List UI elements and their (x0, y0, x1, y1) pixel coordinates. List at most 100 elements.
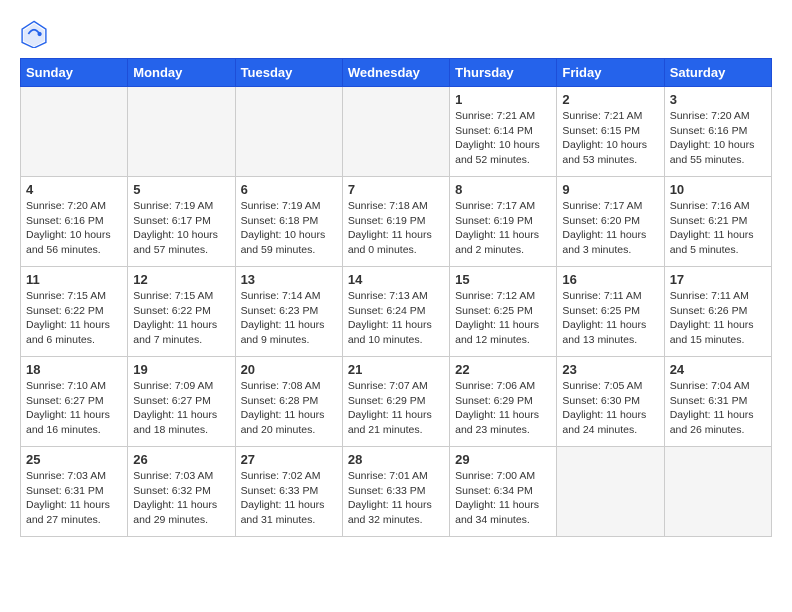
day-info: Sunrise: 7:21 AM Sunset: 6:14 PM Dayligh… (455, 109, 551, 168)
calendar-cell: 25 Sunrise: 7:03 AM Sunset: 6:31 PM Dayli… (21, 447, 128, 537)
calendar-cell: 29 Sunrise: 7:00 AM Sunset: 6:34 PM Dayli… (450, 447, 557, 537)
calendar-week-row: 1 Sunrise: 7:21 AM Sunset: 6:14 PM Daylig… (21, 87, 772, 177)
calendar-cell: 13 Sunrise: 7:14 AM Sunset: 6:23 PM Dayli… (235, 267, 342, 357)
day-info: Sunrise: 7:03 AM Sunset: 6:31 PM Dayligh… (26, 469, 122, 528)
day-number: 28 (348, 452, 444, 467)
weekday-header-friday: Friday (557, 59, 664, 87)
calendar-cell: 20Sunrise: 7:08 AM Sunset: 6:28 PM Dayli… (235, 357, 342, 447)
day-number: 27 (241, 452, 337, 467)
calendar-cell: 11 Sunrise: 7:15 AM Sunset: 6:22 PM Dayli… (21, 267, 128, 357)
day-info: Sunrise: 7:06 AM Sunset: 6:29 PM Dayligh… (455, 379, 551, 438)
calendar-cell: 3 Sunrise: 7:20 AM Sunset: 6:16 PM Daylig… (664, 87, 771, 177)
day-number: 25 (26, 452, 122, 467)
day-number: 21 (348, 362, 444, 377)
day-number: 16 (562, 272, 658, 287)
day-number: 12 (133, 272, 229, 287)
calendar-cell: 4 Sunrise: 7:20 AM Sunset: 6:16 PM Daylig… (21, 177, 128, 267)
calendar-table: SundayMondayTuesdayWednesdayThursdayFrid… (20, 58, 772, 537)
day-number: 14 (348, 272, 444, 287)
calendar-cell: 5 Sunrise: 7:19 AM Sunset: 6:17 PM Daylig… (128, 177, 235, 267)
day-number: 18 (26, 362, 122, 377)
calendar-cell: 2 Sunrise: 7:21 AM Sunset: 6:15 PM Daylig… (557, 87, 664, 177)
calendar-week-row: 18 Sunrise: 7:10 AM Sunset: 6:27 PM Dayli… (21, 357, 772, 447)
calendar-header: SundayMondayTuesdayWednesdayThursdayFrid… (21, 59, 772, 87)
day-number: 7 (348, 182, 444, 197)
day-number: 11 (26, 272, 122, 287)
day-number: 3 (670, 92, 766, 107)
day-info: Sunrise: 7:00 AM Sunset: 6:34 PM Dayligh… (455, 469, 551, 528)
day-info: Sunrise: 7:18 AM Sunset: 6:19 PM Dayligh… (348, 199, 444, 258)
calendar-cell: 28Sunrise: 7:01 AM Sunset: 6:33 PM Dayli… (342, 447, 449, 537)
day-number: 9 (562, 182, 658, 197)
calendar-cell: 26 Sunrise: 7:03 AM Sunset: 6:32 PM Dayli… (128, 447, 235, 537)
day-info: Sunrise: 7:13 AM Sunset: 6:24 PM Dayligh… (348, 289, 444, 348)
day-info: Sunrise: 7:02 AM Sunset: 6:33 PM Dayligh… (241, 469, 337, 528)
weekday-header-tuesday: Tuesday (235, 59, 342, 87)
calendar-cell: 12 Sunrise: 7:15 AM Sunset: 6:22 PM Dayli… (128, 267, 235, 357)
calendar-cell (235, 87, 342, 177)
header (20, 20, 772, 48)
weekday-header-row: SundayMondayTuesdayWednesdayThursdayFrid… (21, 59, 772, 87)
day-info: Sunrise: 7:08 AM Sunset: 6:28 PM Dayligh… (241, 379, 337, 438)
calendar-week-row: 11 Sunrise: 7:15 AM Sunset: 6:22 PM Dayli… (21, 267, 772, 357)
calendar-cell: 8Sunrise: 7:17 AM Sunset: 6:19 PM Daylig… (450, 177, 557, 267)
day-number: 13 (241, 272, 337, 287)
day-info: Sunrise: 7:11 AM Sunset: 6:26 PM Dayligh… (670, 289, 766, 348)
logo (20, 20, 52, 48)
day-info: Sunrise: 7:07 AM Sunset: 6:29 PM Dayligh… (348, 379, 444, 438)
weekday-header-wednesday: Wednesday (342, 59, 449, 87)
day-info: Sunrise: 7:15 AM Sunset: 6:22 PM Dayligh… (26, 289, 122, 348)
logo-icon (20, 20, 48, 48)
day-number: 5 (133, 182, 229, 197)
calendar-cell: 19 Sunrise: 7:09 AM Sunset: 6:27 PM Dayli… (128, 357, 235, 447)
day-number: 1 (455, 92, 551, 107)
weekday-header-monday: Monday (128, 59, 235, 87)
day-number: 6 (241, 182, 337, 197)
calendar-cell: 7 Sunrise: 7:18 AM Sunset: 6:19 PM Daylig… (342, 177, 449, 267)
day-number: 29 (455, 452, 551, 467)
day-info: Sunrise: 7:19 AM Sunset: 6:17 PM Dayligh… (133, 199, 229, 258)
calendar-cell: 24Sunrise: 7:04 AM Sunset: 6:31 PM Dayli… (664, 357, 771, 447)
day-number: 17 (670, 272, 766, 287)
calendar-week-row: 25 Sunrise: 7:03 AM Sunset: 6:31 PM Dayli… (21, 447, 772, 537)
day-info: Sunrise: 7:09 AM Sunset: 6:27 PM Dayligh… (133, 379, 229, 438)
calendar-cell: 14 Sunrise: 7:13 AM Sunset: 6:24 PM Dayli… (342, 267, 449, 357)
day-number: 23 (562, 362, 658, 377)
day-info: Sunrise: 7:12 AM Sunset: 6:25 PM Dayligh… (455, 289, 551, 348)
day-number: 2 (562, 92, 658, 107)
day-number: 22 (455, 362, 551, 377)
day-info: Sunrise: 7:14 AM Sunset: 6:23 PM Dayligh… (241, 289, 337, 348)
day-number: 15 (455, 272, 551, 287)
calendar-cell: 9 Sunrise: 7:17 AM Sunset: 6:20 PM Daylig… (557, 177, 664, 267)
day-number: 10 (670, 182, 766, 197)
day-number: 4 (26, 182, 122, 197)
calendar-cell (342, 87, 449, 177)
day-info: Sunrise: 7:10 AM Sunset: 6:27 PM Dayligh… (26, 379, 122, 438)
day-info: Sunrise: 7:03 AM Sunset: 6:32 PM Dayligh… (133, 469, 229, 528)
day-number: 26 (133, 452, 229, 467)
day-number: 19 (133, 362, 229, 377)
day-info: Sunrise: 7:15 AM Sunset: 6:22 PM Dayligh… (133, 289, 229, 348)
calendar-cell (557, 447, 664, 537)
day-info: Sunrise: 7:21 AM Sunset: 6:15 PM Dayligh… (562, 109, 658, 168)
day-info: Sunrise: 7:20 AM Sunset: 6:16 PM Dayligh… (26, 199, 122, 258)
calendar-week-row: 4 Sunrise: 7:20 AM Sunset: 6:16 PM Daylig… (21, 177, 772, 267)
calendar-cell: 15 Sunrise: 7:12 AM Sunset: 6:25 PM Dayli… (450, 267, 557, 357)
calendar-cell (664, 447, 771, 537)
day-info: Sunrise: 7:17 AM Sunset: 6:20 PM Dayligh… (562, 199, 658, 258)
calendar-cell: 27 Sunrise: 7:02 AM Sunset: 6:33 PM Dayli… (235, 447, 342, 537)
calendar-cell: 22 Sunrise: 7:06 AM Sunset: 6:29 PM Dayli… (450, 357, 557, 447)
calendar-cell: 21 Sunrise: 7:07 AM Sunset: 6:29 PM Dayli… (342, 357, 449, 447)
weekday-header-sunday: Sunday (21, 59, 128, 87)
day-info: Sunrise: 7:19 AM Sunset: 6:18 PM Dayligh… (241, 199, 337, 258)
day-info: Sunrise: 7:20 AM Sunset: 6:16 PM Dayligh… (670, 109, 766, 168)
calendar-cell: 16Sunrise: 7:11 AM Sunset: 6:25 PM Dayli… (557, 267, 664, 357)
day-info: Sunrise: 7:17 AM Sunset: 6:19 PM Dayligh… (455, 199, 551, 258)
day-info: Sunrise: 7:16 AM Sunset: 6:21 PM Dayligh… (670, 199, 766, 258)
calendar-cell: 1 Sunrise: 7:21 AM Sunset: 6:14 PM Daylig… (450, 87, 557, 177)
day-info: Sunrise: 7:04 AM Sunset: 6:31 PM Dayligh… (670, 379, 766, 438)
calendar-cell (128, 87, 235, 177)
calendar-body: 1 Sunrise: 7:21 AM Sunset: 6:14 PM Daylig… (21, 87, 772, 537)
weekday-header-saturday: Saturday (664, 59, 771, 87)
weekday-header-thursday: Thursday (450, 59, 557, 87)
